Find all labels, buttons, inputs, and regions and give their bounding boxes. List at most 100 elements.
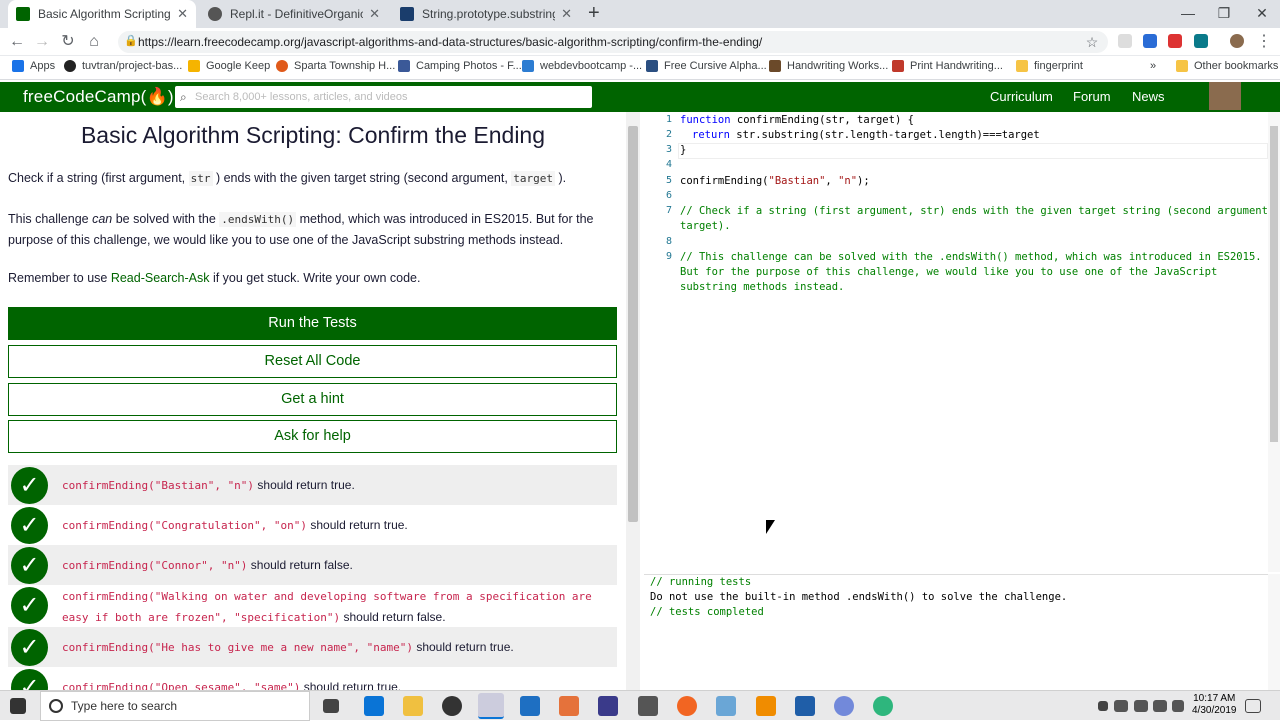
calculator-icon[interactable] [638,696,658,716]
close-tab-icon[interactable]: ✕ [555,6,572,22]
search-input[interactable]: ⌕ Search 8,000+ lessons, articles, and v… [175,86,592,108]
text: ) ends with the given target string (sec… [212,171,512,185]
nav-curriculum[interactable]: Curriculum [990,89,1053,104]
ask-help-button[interactable]: Ask for help [8,420,617,453]
discord-icon[interactable] [834,696,854,716]
site-icon [522,60,534,72]
test-result: ✓ confirmEnding("Walking on water and de… [8,585,617,627]
comment-line: substring methods instead. [680,281,845,293]
tray-chevron-icon[interactable] [1098,701,1108,711]
nav-news[interactable]: News [1132,89,1165,104]
reload-icon[interactable]: ↻ [56,28,80,56]
extension-icon[interactable] [1118,34,1132,48]
code-editor[interactable]: 1 2 3 4 5 6 7 8 9 function confirmEnding… [644,112,1274,572]
tab-title: Repl.it - DefinitiveOrganicDiction [230,7,364,21]
gmail-icon[interactable] [1168,34,1182,48]
string-literal: "Bastian" [768,175,826,187]
edge-icon[interactable] [364,696,384,716]
menu-dots-icon[interactable]: ⋮ [1252,28,1276,56]
check-icon: ✓ [11,669,48,690]
test-result: ✓ confirmEnding("Connor", "n") should re… [8,545,617,585]
test-text: should return false. [247,558,353,572]
bookmark-item[interactable]: Print Handwriting... [892,60,1003,72]
back-icon[interactable]: ← [5,28,29,56]
bookmark-apps[interactable]: Apps [12,60,55,72]
git-icon[interactable] [559,696,579,716]
bookmark-item[interactable]: Free Cursive Alpha... [646,60,767,72]
read-search-ask-link[interactable]: Read-Search-Ask [111,271,210,285]
file-explorer-icon[interactable] [403,696,423,716]
chrome-icon[interactable] [478,693,504,719]
slack-icon[interactable] [873,696,893,716]
left-scrollbar-thumb[interactable] [628,126,638,522]
profile-avatar[interactable] [1230,34,1244,48]
extension-icon[interactable] [1194,34,1208,48]
test-text: should return false. [340,610,446,624]
lock-icon: 🔒 [124,35,138,47]
line-number: 3 [665,144,672,155]
vscode-icon[interactable] [520,696,540,716]
nav-forum[interactable]: Forum [1073,89,1111,104]
console-scrollbar[interactable] [1268,574,1280,690]
close-tab-icon[interactable]: ✕ [171,6,188,22]
postman-icon[interactable] [677,696,697,716]
code-text: , [825,175,839,187]
app-icon[interactable] [716,696,736,716]
tab-mdn[interactable]: String.prototype.substring() - Jav ✕ [392,0,580,28]
close-window-icon[interactable]: ✕ [1244,0,1280,28]
bookmark-label: fingerprint [1034,60,1083,72]
vlc-icon[interactable] [756,696,776,716]
app-icon[interactable] [598,696,618,716]
bookmark-item[interactable]: Camping Photos - F... [398,60,522,72]
line-number: 6 [665,190,672,201]
bookmark-folder[interactable]: fingerprint [1016,60,1083,72]
bookmark-item[interactable]: Sparta Township H... [276,60,395,72]
fcc-logo[interactable]: freeCodeCamp(🔥) [23,87,174,107]
code-line: function confirmEnding(str, target) { [680,114,914,126]
more-bookmarks-icon[interactable]: » [1150,60,1156,72]
run-tests-button[interactable]: Run the Tests [8,307,617,340]
bookmark-label: tuvtran/project-bas... [82,60,183,72]
bookmark-label: Apps [30,60,56,72]
forward-icon[interactable]: → [30,28,54,56]
minimize-icon[interactable]: — [1170,0,1206,28]
bookmark-label: Free Cursive Alpha... [664,60,767,72]
check-icon: ✓ [11,467,48,504]
editor-scrollbar-thumb[interactable] [1270,126,1278,442]
bookmark-item[interactable]: Google Keep [188,60,270,72]
reset-code-button[interactable]: Reset All Code [8,345,617,378]
browser-toolbar: ← → ↻ ⌂ 🔒 https://learn.freecodecamp.org… [0,28,1280,56]
windows-start-icon[interactable] [10,698,26,714]
tab-freecodecamp[interactable]: Basic Algorithm Scripting: Confir ✕ [8,0,196,28]
system-clock[interactable]: 10:17 AM 4/30/2019 [1192,693,1237,717]
address-bar[interactable]: 🔒 https://learn.freecodecamp.org/javascr… [118,31,1108,53]
home-icon[interactable]: ⌂ [82,28,106,56]
line-number: 4 [665,159,672,170]
cloud-icon[interactable] [1114,700,1128,712]
folder-icon [1016,60,1028,72]
comment-line: // Check if a string (first argument, st… [680,205,1275,217]
bookmark-folder[interactable]: Other bookmarks [1176,60,1278,72]
bookmark-item[interactable]: tuvtran/project-bas... [64,60,182,72]
text: if you get stuck. Write your own code. [209,271,421,285]
bookmark-item[interactable]: webdevbootcamp -... [522,60,642,72]
tab-replit[interactable]: Repl.it - DefinitiveOrganicDiction ✕ [200,0,388,28]
test-result: ✓ confirmEnding("Bastian", "n") should r… [8,465,617,505]
bookmark-item[interactable]: Handwriting Works... [769,60,888,72]
taskbar-search-input[interactable]: Type here to search [40,691,310,721]
maximize-icon[interactable]: ❐ [1206,0,1242,28]
search-icon: ⌕ [180,90,187,104]
new-tab-icon[interactable]: + [588,2,600,25]
bookmark-star-icon[interactable]: ☆ [1080,28,1104,56]
notification-icon[interactable] [1245,699,1261,713]
network-icon[interactable] [1153,700,1167,712]
app-icon[interactable] [442,696,462,716]
onedrive-icon[interactable] [1134,700,1148,712]
extension-icon[interactable] [1143,34,1157,48]
task-view-icon[interactable] [323,699,339,713]
close-tab-icon[interactable]: ✕ [363,6,380,22]
get-hint-button[interactable]: Get a hint [8,383,617,416]
user-avatar[interactable] [1209,82,1241,110]
volume-icon[interactable] [1172,700,1184,712]
powershell-icon[interactable] [795,696,815,716]
